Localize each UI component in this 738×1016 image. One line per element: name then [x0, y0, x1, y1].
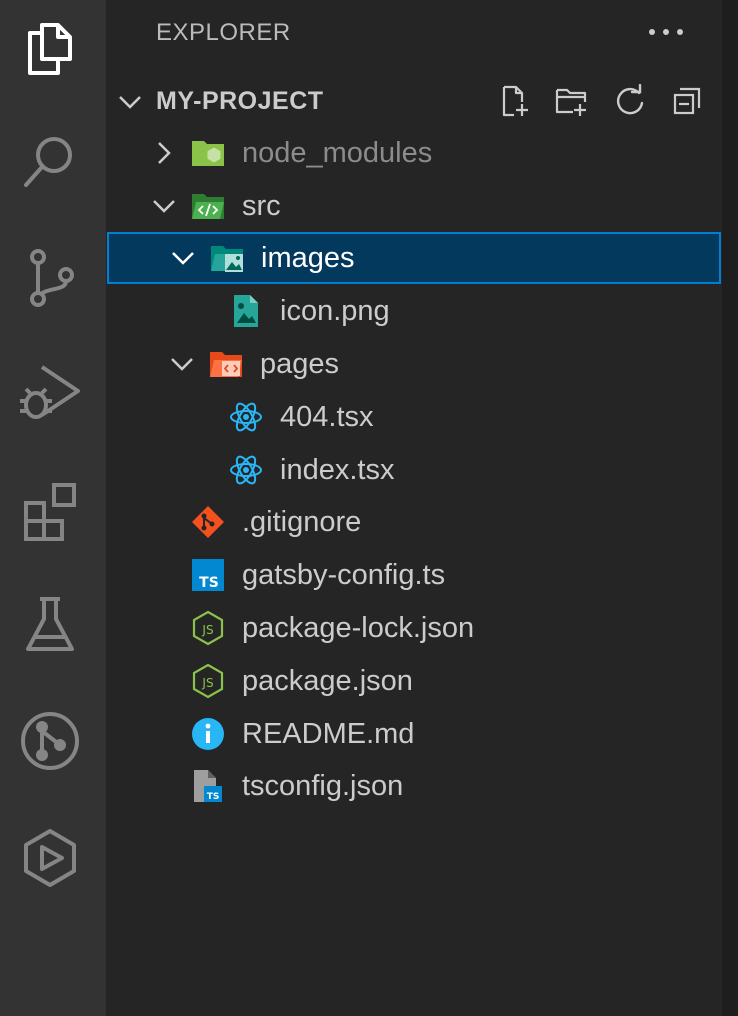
tree-item-gitignore[interactable]: .gitignore [106, 496, 722, 548]
tree-item-icon-png[interactable]: icon.png [106, 285, 722, 337]
image-file-icon [234, 295, 258, 327]
tree-item-label: pages [260, 348, 340, 380]
tree-item-404-tsx[interactable]: 404.tsx [106, 391, 722, 443]
tree-item-pages[interactable]: pages [106, 338, 722, 390]
svg-text:TS: TS [207, 792, 220, 802]
tree-item-package-json[interactable]: JS package.json [106, 655, 722, 707]
tree-item-gatsby-config-ts[interactable]: TS gatsby-config.ts [106, 549, 722, 601]
tree-item-label: icon.png [280, 295, 390, 327]
tree-item-label: 404.tsx [280, 401, 374, 433]
src-folder-icon [192, 194, 224, 219]
tree-item-index-tsx[interactable]: index.tsx [106, 444, 722, 496]
sidebar-title: EXPLORER [156, 19, 291, 46]
typescript-icon: TS [192, 559, 224, 591]
tree-item-label: images [261, 242, 355, 274]
testing-icon[interactable] [13, 588, 87, 662]
collapse-all-icon[interactable] [668, 82, 706, 120]
node-folder-icon [192, 141, 224, 166]
search-icon[interactable] [13, 124, 87, 198]
explorer-sidebar: EXPLORER MY-PROJECT node_modules src ima… [106, 0, 722, 1016]
tree-item-label: src [242, 190, 281, 222]
nodejs-icon: JS [192, 610, 224, 646]
git-graph-icon[interactable] [13, 704, 87, 778]
files-icon[interactable] [13, 10, 87, 84]
tree-item-label: node_modules [242, 137, 433, 169]
source-control-icon[interactable] [13, 240, 87, 314]
chevron-down-icon [171, 358, 193, 371]
tree-item-images[interactable]: images [107, 232, 721, 284]
project-title: MY-PROJECT [156, 87, 324, 115]
refresh-icon[interactable] [611, 82, 649, 120]
svg-text:JS: JS [201, 623, 213, 637]
run-debug-icon[interactable] [13, 356, 87, 430]
tree-item-readme-md[interactable]: README.md [106, 708, 722, 760]
images-folder-icon [211, 246, 243, 272]
tree-item-label: .gitignore [242, 506, 362, 538]
extensions-icon[interactable] [13, 472, 87, 546]
info-icon [192, 718, 224, 750]
tree-item-label: gatsby-config.ts [242, 559, 446, 591]
tree-item-node-modules[interactable]: node_modules [106, 127, 722, 179]
tree-item-label: README.md [242, 718, 415, 750]
remote-explorer-icon[interactable] [13, 820, 87, 894]
chevron-down-icon [153, 200, 175, 213]
tree-item-src[interactable]: src [106, 180, 722, 232]
chevron-down-icon [119, 96, 141, 109]
tree-item-label: index.tsx [280, 454, 395, 486]
new-file-icon[interactable] [496, 82, 534, 120]
chevron-down-icon [172, 252, 194, 265]
nodejs-icon: JS [192, 663, 224, 699]
tree-item-tsconfig-json[interactable]: TS tsconfig.json [106, 760, 722, 812]
new-folder-icon[interactable] [553, 82, 591, 120]
tree-item-label: package-lock.json [242, 612, 475, 644]
activity-bar [0, 0, 106, 1016]
ellipsis-icon[interactable] [646, 14, 686, 50]
editor-edge [722, 0, 738, 1016]
project-section-header[interactable]: MY-PROJECT [106, 76, 722, 126]
react-icon [230, 402, 262, 432]
git-icon [192, 506, 224, 538]
tsconfig-icon: TS [194, 770, 222, 802]
react-icon [230, 455, 262, 485]
tree-item-package-lock-json[interactable]: JS package-lock.json [106, 602, 722, 654]
chevron-right-icon [158, 142, 171, 164]
tree-item-label: tsconfig.json [242, 770, 404, 802]
tree-item-label: package.json [242, 665, 413, 697]
pages-folder-icon [210, 352, 242, 377]
svg-text:TS: TS [199, 575, 219, 591]
svg-text:JS: JS [201, 676, 213, 690]
